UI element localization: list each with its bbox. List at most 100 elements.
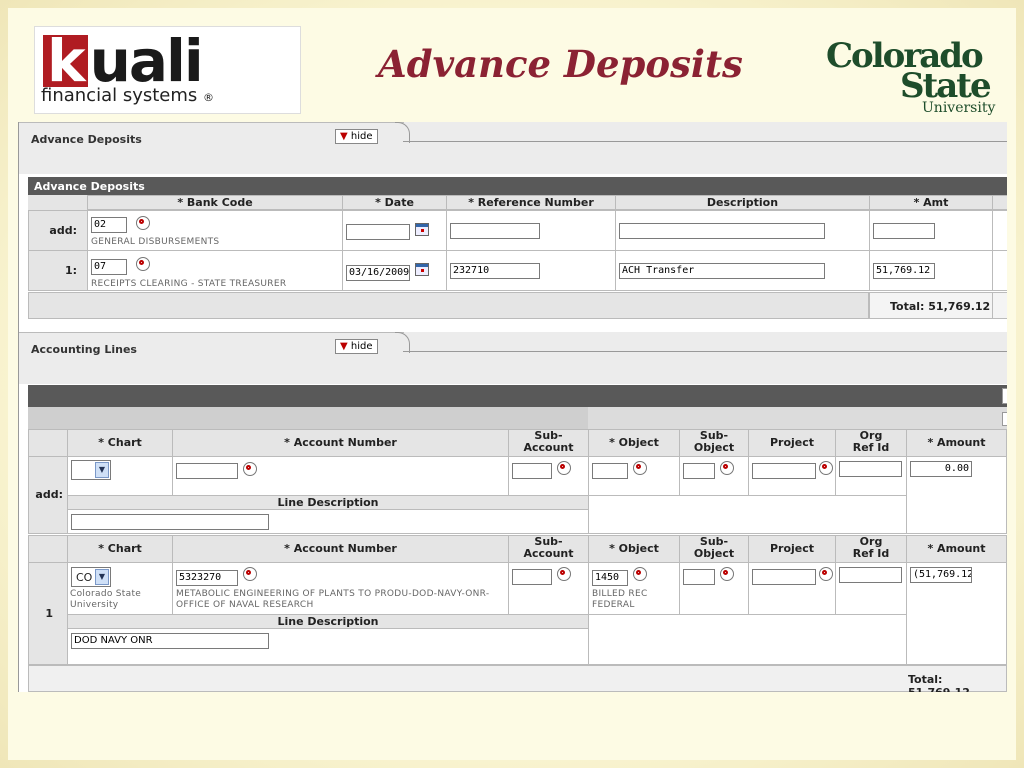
lookup-icon[interactable] xyxy=(819,461,833,475)
row1-description-input[interactable]: ACH Transfer xyxy=(619,263,825,279)
acct-add-subaccount-cell xyxy=(508,456,589,496)
row1-subobject-input[interactable] xyxy=(683,569,715,585)
acct-row1-orgref-cell xyxy=(835,562,907,615)
add-line-description-cell xyxy=(67,509,589,534)
col-amount-2: * Amount xyxy=(906,535,1007,563)
row1-chart-value: CO xyxy=(76,571,93,584)
header-bar-checkbox[interactable] xyxy=(1002,412,1007,426)
add-chart-select[interactable]: ▼ xyxy=(71,460,111,480)
add-orgref-input[interactable] xyxy=(839,461,902,477)
accounting-bar-checkbox[interactable] xyxy=(1002,388,1007,404)
col-chart-2: * Chart xyxy=(67,535,173,563)
advance-tab-label: Advance Deposits xyxy=(31,133,142,146)
lookup-icon[interactable] xyxy=(633,461,647,475)
add-description-cell xyxy=(615,210,870,251)
row1-amount-input[interactable]: (51,769.12) xyxy=(910,567,972,583)
add-bank-code-input[interactable]: 02 xyxy=(91,217,127,233)
add-bank-code-cell: 02 GENERAL DISBURSEMENTS xyxy=(87,210,343,251)
add-date-input[interactable] xyxy=(346,224,410,240)
row1-bank-code-input[interactable]: 07 xyxy=(91,259,127,275)
row1-project-input[interactable] xyxy=(752,569,816,585)
calendar-icon[interactable] xyxy=(415,223,429,236)
row1-account-input[interactable]: 5323270 xyxy=(176,570,238,586)
col-org-ref-id-2: Org Ref Id xyxy=(835,535,907,563)
csu-line3: University xyxy=(922,100,996,116)
target-header-bar xyxy=(588,407,1007,429)
acct-row1-amount-cell: (51,769.12) xyxy=(906,562,1007,665)
add-reference-input[interactable] xyxy=(450,223,540,239)
row1-amount-cell: 51,769.12 xyxy=(869,250,993,291)
col-chart: * Chart xyxy=(67,429,173,457)
add-bank-name: GENERAL DISBURSEMENTS xyxy=(91,237,220,247)
col-org-ref-id: Org Ref Id xyxy=(835,429,907,457)
row1-amount-input[interactable]: 51,769.12 xyxy=(873,263,935,279)
add-description-input[interactable] xyxy=(619,223,825,239)
advance-hide-button[interactable]: ▼ hide xyxy=(335,129,378,144)
header-spacer xyxy=(28,195,87,211)
add-reference-cell xyxy=(446,210,616,251)
lookup-icon[interactable] xyxy=(557,461,571,475)
acct-add-label: add: xyxy=(28,456,68,534)
lookup-icon[interactable] xyxy=(720,567,734,581)
accounting-hide-button[interactable]: ▼ hide xyxy=(335,339,378,354)
lookup-icon[interactable] xyxy=(633,567,647,581)
advance-section-title-bar: Advance Deposits xyxy=(28,177,1007,195)
col-project: Project xyxy=(748,429,836,457)
tab-curve xyxy=(395,122,410,143)
lookup-icon[interactable] xyxy=(819,567,833,581)
col-project-2: Project xyxy=(748,535,836,563)
row1-date-cell: 03/16/2009 xyxy=(342,250,447,291)
kuali-subtitle: financial systems ® xyxy=(41,85,214,106)
lookup-icon[interactable] xyxy=(243,462,257,476)
chevron-down-icon: ▼ xyxy=(95,462,109,478)
accounting-total: Total: 51,769.12 xyxy=(908,673,970,692)
advance-tab[interactable]: Advance Deposits ▼ hide xyxy=(19,122,404,153)
col-sub-object: Sub-Object xyxy=(679,429,749,457)
row1-bank-code-cell: 07 RECEIPTS CLEARING - STATE TREASURER xyxy=(87,250,343,291)
col-sub-account-2: Sub-Account xyxy=(508,535,589,563)
row1-subaccount-input[interactable] xyxy=(512,569,552,585)
accounting-tab-label: Accounting Lines xyxy=(31,343,137,356)
accounting-tab[interactable]: Accounting Lines ▼ hide xyxy=(19,332,404,363)
kuali-reg-mark: ® xyxy=(203,91,215,104)
lookup-icon[interactable] xyxy=(136,216,150,230)
advance-total: Total: 51,769.12 xyxy=(890,300,991,313)
lookup-icon[interactable] xyxy=(136,257,150,271)
row1-orgref-input[interactable] xyxy=(839,567,902,583)
lookup-icon[interactable] xyxy=(243,567,257,581)
row1-reference-input[interactable]: 232710 xyxy=(450,263,540,279)
add-amount-input[interactable]: 0.00 xyxy=(910,461,972,477)
acct-add-account-cell xyxy=(172,456,509,496)
add-subaccount-input[interactable] xyxy=(512,463,552,479)
row1-extra-cell xyxy=(992,250,1007,291)
row1-line-description-input[interactable]: DOD NAVY ONR xyxy=(71,633,269,649)
calendar-icon[interactable] xyxy=(415,263,429,276)
col-sub-account: Sub-Account xyxy=(508,429,589,457)
col-reference-number: * Reference Number xyxy=(446,195,616,210)
row1-object-input[interactable]: 1450 xyxy=(592,570,628,586)
col-sub-object-2: Sub-Object xyxy=(679,535,749,563)
add-amount-input[interactable] xyxy=(873,223,935,239)
add-object-input[interactable] xyxy=(592,463,628,479)
triangle-down-icon: ▼ xyxy=(340,341,348,352)
col-bank-code: * Bank Code xyxy=(87,195,343,210)
row1-chart-select[interactable]: CO ▼ xyxy=(71,567,111,587)
row1-account-name: METABOLIC ENGINEERING OF PLANTS TO PRODU… xyxy=(176,589,490,610)
add-subobject-input[interactable] xyxy=(683,463,715,479)
lookup-icon[interactable] xyxy=(557,567,571,581)
col-object-2: * Object xyxy=(588,535,680,563)
add-account-input[interactable] xyxy=(176,463,238,479)
kuali-wordmark: k uali xyxy=(43,32,204,90)
row1-date-input[interactable]: 03/16/2009 xyxy=(346,265,410,281)
tab-line xyxy=(403,141,1007,142)
row1-line-description-cell: DOD NAVY ONR xyxy=(67,628,589,665)
accounting-dark-bar xyxy=(28,385,1007,407)
add-project-input[interactable] xyxy=(752,463,816,479)
add-amount-cell xyxy=(869,210,993,251)
lookup-icon[interactable] xyxy=(720,461,734,475)
add-line-description-input[interactable] xyxy=(71,514,269,530)
acct-row1-subaccount-cell xyxy=(508,562,589,615)
row1-description-cell: ACH Transfer xyxy=(615,250,870,291)
kuali-k-mark: k xyxy=(43,32,88,90)
source-header-bar xyxy=(28,407,588,429)
